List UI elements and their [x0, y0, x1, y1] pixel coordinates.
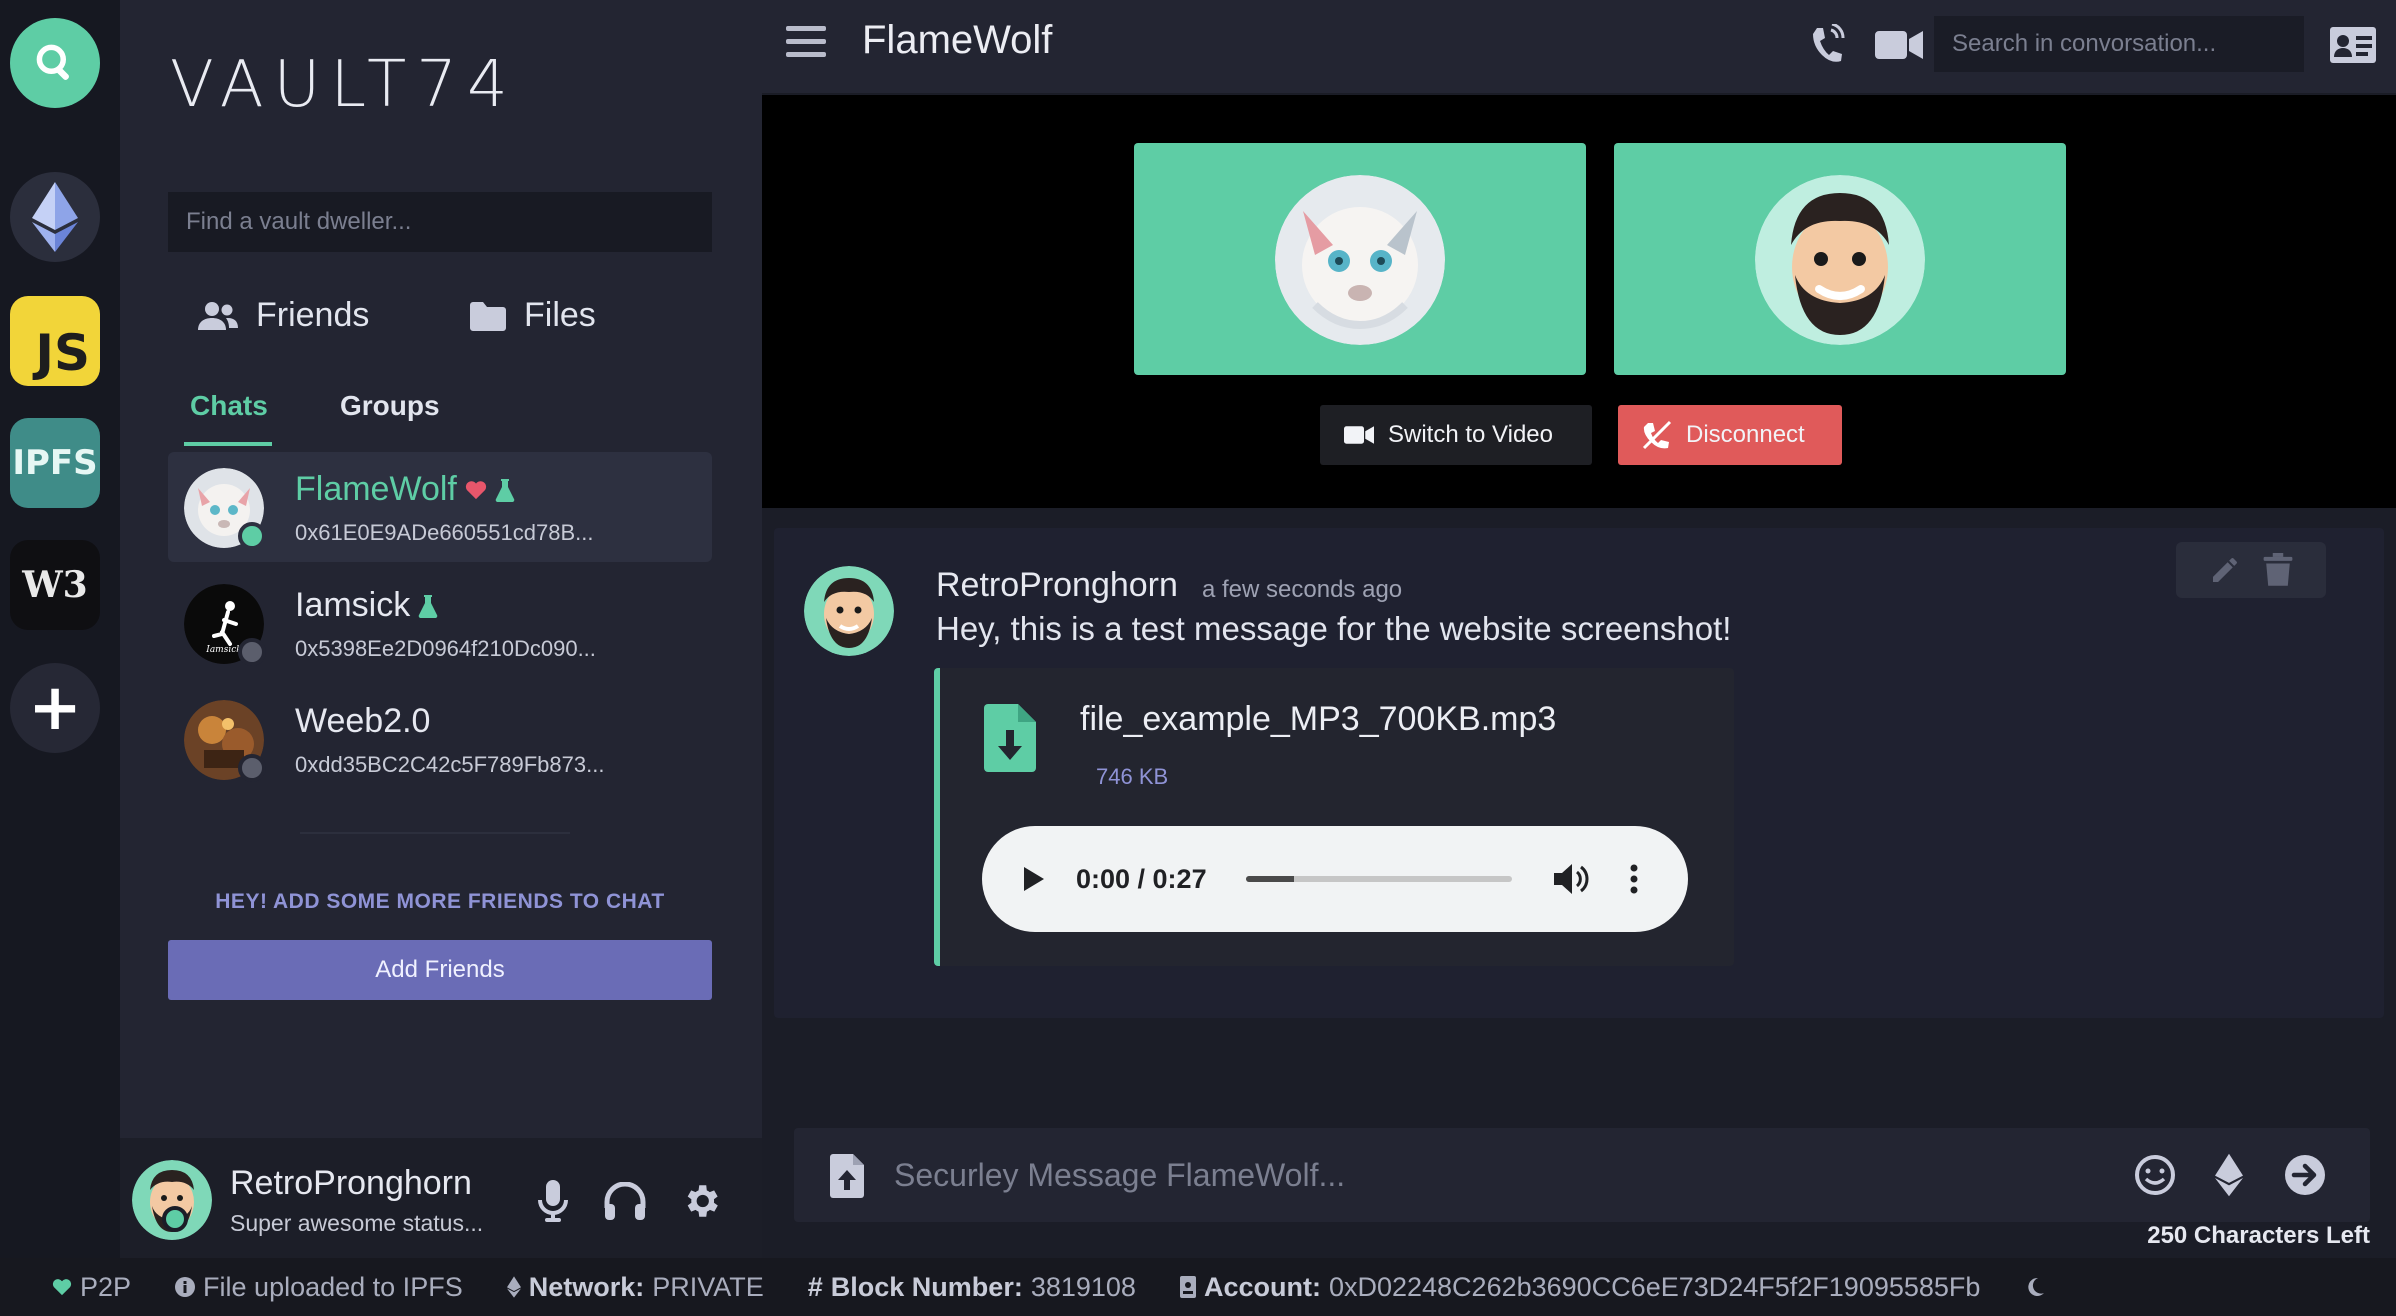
- web3js-server-icon[interactable]: W3: [10, 540, 100, 630]
- user-status[interactable]: Super awesome status...: [230, 1210, 483, 1237]
- avatar[interactable]: [804, 566, 894, 656]
- heart-icon: [52, 1279, 72, 1296]
- friends-icon: [198, 301, 238, 330]
- message-text: Hey, this is a test message for the webs…: [936, 610, 1732, 647]
- files-label: Files: [524, 296, 596, 334]
- tab-underline: [184, 442, 272, 446]
- file-size: 746 KB: [1096, 764, 1169, 789]
- chat-item-flamewolf[interactable]: FlameWolf 0x61E0E9ADe660551cd78B...: [168, 452, 712, 562]
- p2p-status: P2P: [52, 1272, 131, 1303]
- status-bar: P2P File uploaded to IPFS Network: PRIVAT…: [0, 1258, 2396, 1316]
- divider: [300, 832, 570, 834]
- server-rail: JS IPFS W3 +: [0, 0, 120, 1258]
- participant-avatar: [1755, 175, 1925, 345]
- status-offline-dot: [238, 754, 266, 782]
- ethereum-server-icon[interactable]: [10, 172, 100, 262]
- conversation-header: FlameWolf: [762, 0, 2396, 94]
- message-input[interactable]: [894, 1148, 1894, 1202]
- message-actions: [2176, 542, 2326, 598]
- more-options-icon[interactable]: [1628, 862, 1640, 896]
- menu-icon[interactable]: [786, 26, 826, 62]
- file-upload-icon[interactable]: [830, 1154, 864, 1198]
- status-online-dot: [162, 1206, 188, 1232]
- chat-name: Weeb2.0: [295, 702, 431, 740]
- voice-call-panel: Switch to Video Disconnect: [762, 95, 2396, 508]
- call-participant-tile: [1614, 143, 2066, 375]
- audio-progress-slider[interactable]: [1246, 876, 1512, 882]
- user-panel: RetroPronghorn Super awesome status...: [120, 1138, 762, 1258]
- file-attachment: file_example_MP3_700KB.mp3 746 KB 0:00 /…: [934, 668, 1734, 966]
- status-offline-dot: [238, 638, 266, 666]
- audio-progress-fill: [1246, 876, 1294, 882]
- headphones-icon[interactable]: [602, 1178, 648, 1224]
- message-composer: [794, 1128, 2370, 1222]
- conversation-search-input[interactable]: [1934, 16, 2304, 72]
- emoji-icon[interactable]: [2130, 1150, 2180, 1200]
- javascript-server-icon[interactable]: JS: [10, 296, 100, 386]
- send-icon[interactable]: [2280, 1150, 2330, 1200]
- microphone-icon[interactable]: [530, 1178, 576, 1224]
- ethereum-icon[interactable]: [2204, 1150, 2254, 1200]
- message-timestamp: a few seconds ago: [1202, 576, 1403, 603]
- chat-name: Iamsick: [295, 586, 438, 625]
- account-info: Account: 0xD02248C262b3690CC6eE73D24F5f2F…: [1179, 1272, 1980, 1303]
- moon-icon[interactable]: [2024, 1276, 2046, 1298]
- sidebar: VAULT74 Friends Files Chats Groups Flame…: [120, 0, 762, 1258]
- message-group: RetroPronghorn a few seconds ago Hey, th…: [774, 528, 2384, 1018]
- call-participant-tile: [1134, 143, 1586, 375]
- message-author: RetroPronghorn: [936, 566, 1178, 604]
- video-camera-icon: [1344, 426, 1374, 444]
- upload-status: File uploaded to IPFS: [175, 1272, 463, 1303]
- chat-address: 0x5398Ee2D0964f210Dc090...: [295, 636, 596, 661]
- phone-call-icon[interactable]: [1802, 22, 1852, 68]
- search-icon[interactable]: [10, 18, 100, 108]
- phone-slash-icon: [1642, 420, 1672, 450]
- svg-text:Iamsick: Iamsick: [205, 645, 241, 655]
- add-server-icon[interactable]: +: [10, 663, 100, 753]
- play-icon[interactable]: [1018, 864, 1048, 894]
- disconnect-button[interactable]: Disconnect: [1618, 405, 1842, 465]
- chat-address: 0xdd35BC2C42c5F789Fb873...: [295, 752, 605, 777]
- pencil-icon[interactable]: [2209, 554, 2241, 586]
- brand-logo: VAULT74: [170, 48, 518, 122]
- friends-nav[interactable]: Friends: [198, 296, 369, 335]
- add-friends-button[interactable]: Add Friends: [168, 940, 712, 1000]
- id-badge-icon: [1179, 1276, 1196, 1298]
- add-friends-hint: HEY! ADD SOME MORE FRIENDS TO CHAT: [215, 890, 665, 913]
- trash-icon[interactable]: [2263, 553, 2293, 587]
- files-nav[interactable]: Files: [470, 296, 596, 335]
- ethereum-icon: [506, 1276, 521, 1298]
- chat-item-weeb[interactable]: Weeb2.0 0xdd35BC2C42c5F789Fb873...: [168, 684, 712, 794]
- participant-avatar: [1275, 175, 1445, 345]
- profile-card-icon[interactable]: [2328, 22, 2378, 68]
- chat-item-iamsick[interactable]: Iamsick Iamsick 0x5398Ee2D0964f210Dc090.…: [168, 568, 712, 678]
- video-camera-icon[interactable]: [1874, 22, 1924, 68]
- audio-time: 0:00 / 0:27: [1076, 864, 1207, 894]
- file-name[interactable]: file_example_MP3_700KB.mp3: [1080, 700, 1556, 739]
- network-status: Network: PRIVATE: [506, 1272, 764, 1303]
- audio-player: 0:00 / 0:27: [982, 826, 1688, 932]
- info-icon: [175, 1277, 196, 1297]
- characters-left: 250 Characters Left: [2147, 1222, 2370, 1249]
- gear-icon[interactable]: [678, 1178, 724, 1224]
- switch-to-video-button[interactable]: Switch to Video: [1320, 405, 1592, 465]
- block-number: # Block Number: 3819108: [807, 1271, 1136, 1302]
- friends-label: Friends: [256, 296, 370, 334]
- tab-groups[interactable]: Groups: [340, 390, 440, 422]
- folder-icon: [470, 301, 506, 331]
- chat-name: FlameWolf: [295, 470, 515, 509]
- user-name: RetroPronghorn: [230, 1164, 472, 1202]
- chat-address: 0x61E0E9ADe660551cd78B...: [295, 520, 594, 545]
- tab-chats[interactable]: Chats: [190, 390, 268, 422]
- status-online-dot: [238, 522, 266, 550]
- file-download-icon[interactable]: [984, 704, 1036, 772]
- ipfs-server-icon[interactable]: IPFS: [10, 418, 100, 508]
- conversation-title: FlameWolf: [862, 18, 1053, 62]
- heart-icon: [465, 480, 486, 499]
- flask-icon: [495, 478, 515, 502]
- find-dweller-input[interactable]: [168, 192, 712, 252]
- flask-icon: [418, 594, 438, 618]
- message-list: RetroPronghorn a few seconds ago Hey, th…: [762, 508, 2396, 1130]
- volume-icon[interactable]: [1554, 862, 1590, 896]
